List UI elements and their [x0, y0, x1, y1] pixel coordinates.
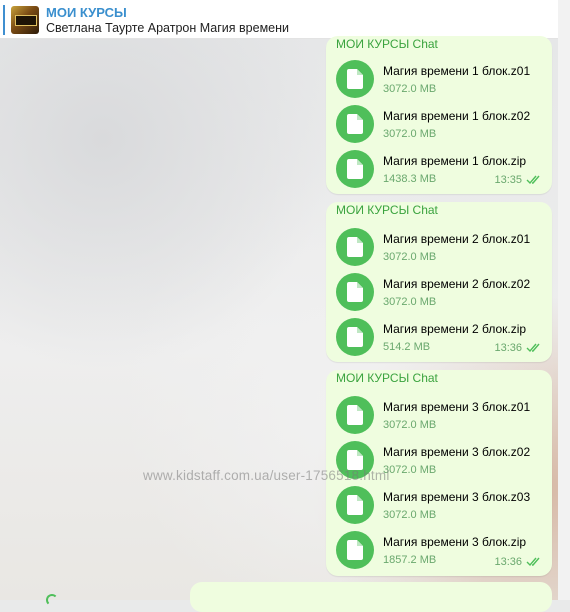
watermark-text: www.kidstaff.com.ua/user-1756518.html	[143, 468, 390, 483]
file-attachment[interactable]: Магия времени 3 блок.z01 3072.0 MB	[336, 396, 546, 436]
double-check-icon	[526, 175, 540, 185]
file-size: 3072.0 MB	[383, 251, 437, 263]
document-icon[interactable]	[336, 531, 374, 569]
message-time: 13:36	[494, 342, 522, 354]
document-icon[interactable]	[336, 486, 374, 524]
file-size: 3072.0 MB	[383, 464, 437, 476]
channel-avatar[interactable]	[11, 6, 39, 34]
sender-name[interactable]: МОИ КУРСЫ Chat	[336, 203, 438, 217]
document-icon[interactable]	[336, 105, 374, 143]
double-check-icon	[526, 557, 540, 567]
sender-name[interactable]: МОИ КУРСЫ Chat	[336, 37, 438, 51]
file-attachment[interactable]: Магия времени 2 блок.z02 3072.0 MB	[336, 273, 546, 313]
file-name: Магия времени 2 блок.z02	[383, 277, 531, 291]
message-time: 13:36	[494, 556, 522, 568]
message-time: 13:35	[494, 174, 522, 186]
file-size: 3072.0 MB	[383, 83, 437, 95]
file-name: Магия времени 3 блок.zip	[383, 535, 527, 549]
file-name: Магия времени 3 блок.z02	[383, 445, 531, 459]
document-icon[interactable]	[336, 318, 374, 356]
file-name: Магия времени 2 блок.z01	[383, 232, 531, 246]
file-size: 1857.2 MB	[383, 554, 437, 566]
message-bubble[interactable]: МОИ КУРСЫ Chat Магия времени 1 блок.z01 …	[326, 36, 552, 194]
message-meta: 13:36	[494, 556, 542, 568]
file-size: 3072.0 MB	[383, 509, 437, 521]
file-name: Магия времени 1 блок.z02	[383, 109, 531, 123]
file-size: 3072.0 MB	[383, 296, 437, 308]
file-attachment[interactable]: Магия времени 2 блок.z01 3072.0 MB	[336, 228, 546, 268]
pinned-accent-bar	[3, 5, 5, 35]
file-attachment[interactable]: Магия времени 3 блок.z03 3072.0 MB	[336, 486, 546, 526]
message-meta: 13:35	[494, 174, 542, 186]
sender-name[interactable]: МОИ КУРСЫ Chat	[336, 371, 438, 385]
pinned-message-text[interactable]: Светлана Таурте Аратрон Магия времени	[46, 21, 289, 35]
double-check-icon	[526, 343, 540, 353]
file-size: 3072.0 MB	[383, 128, 437, 140]
file-name: Магия времени 3 блок.z01	[383, 400, 531, 414]
chat-header[interactable]: МОИ КУРСЫ Светлана Таурте Аратрон Магия …	[0, 0, 558, 39]
file-name: Магия времени 1 блок.z01	[383, 64, 531, 78]
document-icon[interactable]	[336, 228, 374, 266]
scrollbar-track[interactable]	[558, 0, 570, 600]
file-name: Магия времени 2 блок.zip	[383, 322, 527, 336]
document-icon[interactable]	[336, 60, 374, 98]
document-icon[interactable]	[336, 396, 374, 434]
file-size: 514.2 MB	[383, 341, 431, 353]
file-attachment[interactable]: Магия времени 1 блок.z01 3072.0 MB	[336, 60, 546, 100]
channel-title[interactable]: МОИ КУРСЫ	[46, 5, 127, 20]
message-bubble[interactable]: МОИ КУРСЫ Chat Магия времени 2 блок.z01 …	[326, 202, 552, 362]
document-icon[interactable]	[336, 273, 374, 311]
message-meta: 13:36	[494, 342, 542, 354]
message-bubble-partial[interactable]	[190, 582, 552, 612]
file-size: 3072.0 MB	[383, 419, 437, 431]
file-attachment[interactable]: Магия времени 1 блок.z02 3072.0 MB	[336, 105, 546, 145]
file-name: Магия времени 3 блок.z03	[383, 490, 531, 504]
loading-icon	[46, 594, 58, 606]
document-icon[interactable]	[336, 150, 374, 188]
file-size: 1438.3 MB	[383, 173, 437, 185]
file-name: Магия времени 1 блок.zip	[383, 154, 527, 168]
